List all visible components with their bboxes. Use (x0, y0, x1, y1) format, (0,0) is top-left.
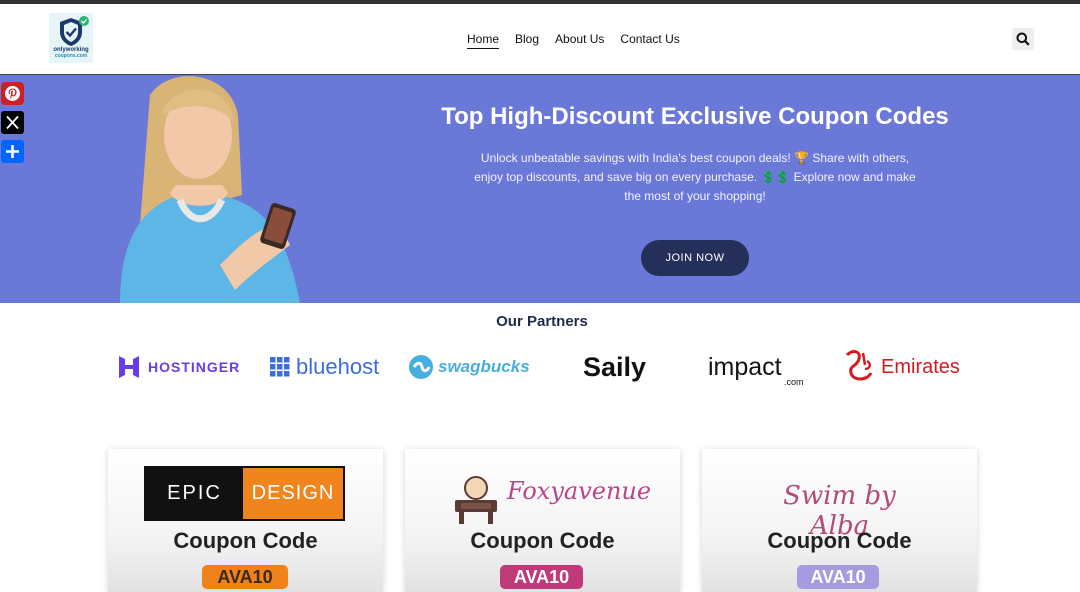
shield-check-icon (60, 16, 89, 46)
coupon-code-badge: AVA10 (202, 565, 288, 589)
main-nav: Home Blog About Us Contact Us (467, 32, 680, 49)
foxyavenue-brand: Foxyavenue (507, 477, 652, 505)
partner-saily[interactable]: Saily (583, 345, 646, 389)
x-icon (6, 115, 19, 130)
coupon-code-badge: AVA10 (500, 565, 583, 589)
coupon-card-foxyavenue[interactable]: Foxyavenue Coupon Code AVA10 (405, 449, 680, 592)
join-now-button[interactable]: JOIN NOW (641, 240, 749, 276)
hostinger-logo-icon (119, 356, 139, 378)
epic-logo-left: EPIC (146, 468, 243, 519)
emirates-calligraphy-icon (845, 350, 873, 381)
emirates-label: Emirates (881, 355, 960, 378)
partner-bluehost[interactable]: bluehost (270, 345, 379, 389)
search-button[interactable] (1012, 28, 1034, 50)
swagbucks-logo-icon (409, 355, 433, 379)
coupon-code-badge: AVA10 (797, 565, 879, 589)
x-share-button[interactable] (1, 111, 24, 134)
epic-logo-right: DESIGN (243, 468, 343, 519)
hero-banner: Top High-Discount Exclusive Coupon Codes… (0, 75, 1080, 303)
nav-blog[interactable]: Blog (515, 32, 539, 49)
nav-contact-us[interactable]: Contact Us (620, 32, 679, 49)
nav-about-us[interactable]: About Us (555, 32, 604, 49)
hero-subtitle: Unlock unbeatable savings with India's b… (474, 151, 916, 203)
woman-with-phone-image (120, 76, 300, 303)
site-logo[interactable]: onlyworking coupons.com (49, 13, 93, 63)
partner-hostinger[interactable]: HOSTINGER (118, 345, 240, 389)
partner-emirates[interactable]: Emirates (843, 345, 960, 389)
impact-label: impact (708, 352, 782, 381)
bluehost-grid-icon (270, 357, 290, 377)
swagbucks-label: swagbucks (438, 357, 530, 376)
coupon-code-label: Coupon Code (767, 528, 912, 553)
pinterest-share-button[interactable] (1, 82, 24, 105)
partners-title: Our Partners (496, 313, 588, 330)
vanity-mirror-icon (455, 476, 497, 524)
epic-design-logo: EPIC DESIGN (144, 466, 345, 521)
logo-text-line2: coupons.com (54, 53, 88, 59)
add-share-button[interactable] (1, 140, 24, 163)
nav-home[interactable]: Home (467, 32, 500, 49)
saily-label: Saily (583, 351, 647, 382)
hostinger-label: HOSTINGER (148, 359, 241, 375)
coupon-card-swim-by-alba[interactable]: Swim by Alba Coupon Code AVA10 (702, 449, 977, 592)
plus-icon (6, 145, 19, 158)
site-header: onlyworking coupons.com Home Blog About … (0, 4, 1080, 75)
bluehost-label: bluehost (296, 354, 380, 379)
coupon-code-label: Coupon Code (173, 528, 318, 553)
hero-title: Top High-Discount Exclusive Coupon Codes (441, 103, 949, 130)
coupon-card-epic-design[interactable]: EPIC DESIGN Coupon Code AVA10 (108, 449, 383, 592)
coupon-code-label: Coupon Code (470, 528, 615, 553)
impact-com-label: .com (784, 377, 804, 387)
pinterest-icon (5, 86, 20, 101)
search-icon (1016, 32, 1030, 46)
partner-impact[interactable]: impact .com (708, 345, 804, 389)
partner-swagbucks[interactable]: swagbucks (408, 345, 530, 389)
